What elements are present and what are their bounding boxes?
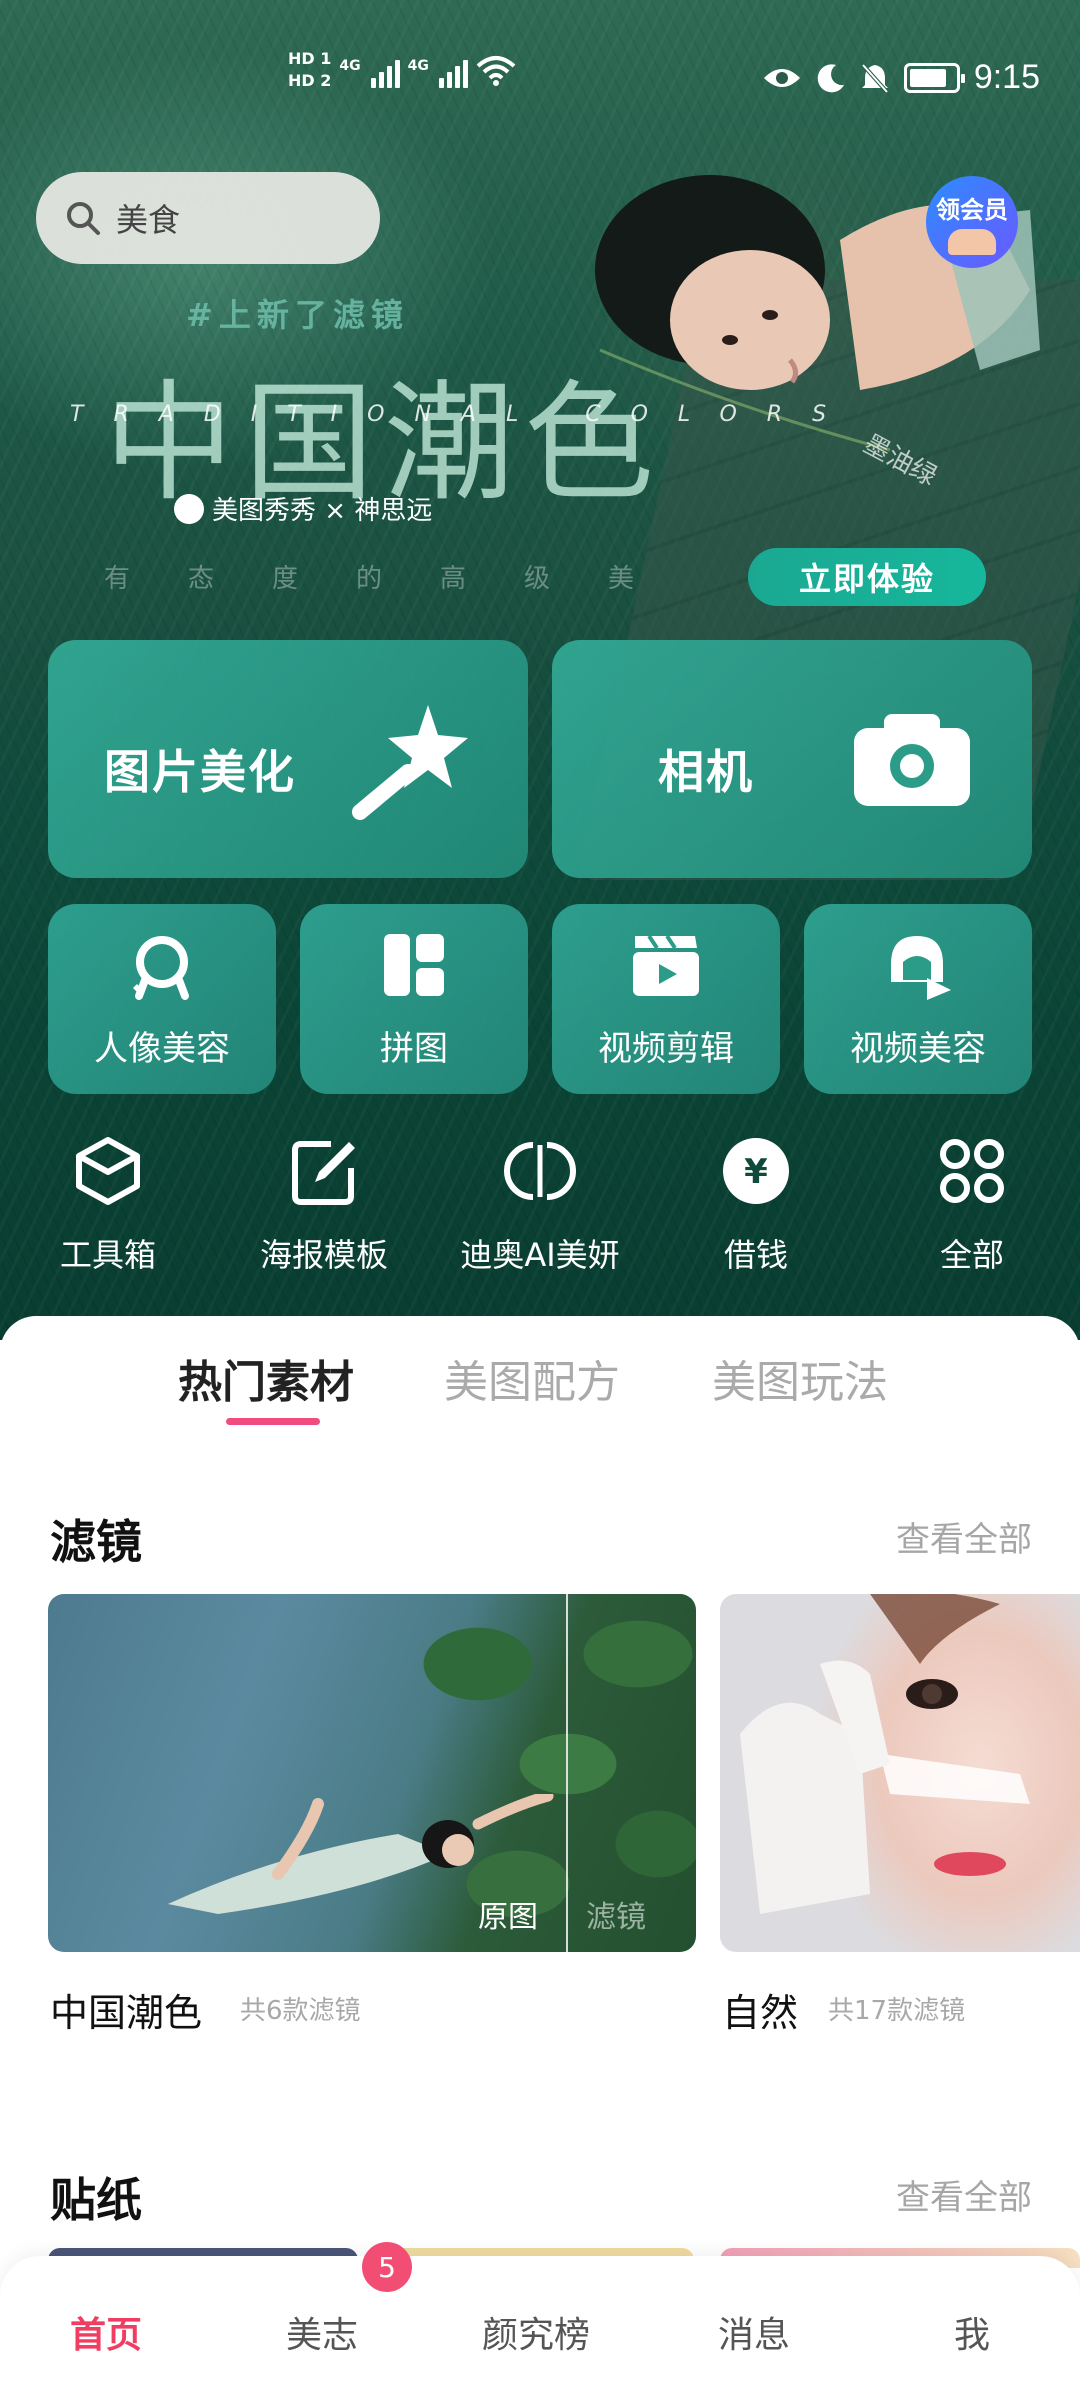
try-now-button[interactable]: 立即体验 (748, 548, 986, 606)
hd1-indicator: HD 1 (288, 49, 332, 68)
before-after-divider[interactable] (566, 1594, 568, 1952)
wifi-icon (476, 56, 516, 86)
edit-poster-icon (292, 1141, 355, 1205)
after-label: 滤镜 (586, 1900, 646, 1935)
video-beauty-label: 视频美容 (850, 1029, 986, 1069)
filter-card-2-count: 共17款滤镜 (828, 1996, 966, 2026)
eye-icon (763, 68, 800, 87)
hd2-indicator: HD 2 (288, 71, 332, 90)
search-bar[interactable]: 美食 (36, 172, 380, 264)
loan-button[interactable]: ¥ 借钱 (656, 1134, 856, 1276)
bottom-navigation: 首页 美志 5 颜究榜 消息 我 (0, 2242, 1080, 2400)
battery-icon (903, 62, 965, 93)
status-bar: HD 1 HD 2 4G 4G 9:15 (0, 50, 1080, 110)
magic-wand-icon (352, 705, 468, 820)
signal-bars-1-icon (370, 52, 400, 88)
tab-hot-materials[interactable]: 热门素材 (178, 1346, 354, 1410)
dior-ai-button[interactable]: 迪奥AI美妍 (440, 1134, 640, 1276)
photo-edit-label: 图片美化 (104, 745, 296, 799)
nav-home[interactable]: 首页 (70, 2306, 142, 2358)
cube-icon (76, 1137, 140, 1205)
collage-icon (384, 934, 444, 996)
camera-label: 相机 (658, 745, 754, 799)
filters-section-title: 滤镜 (50, 1515, 142, 1569)
search-placeholder: 美食 (116, 201, 181, 239)
poster-template-label: 海报模板 (259, 1236, 388, 1274)
portrait-icon (133, 936, 189, 1000)
banner-slogan: 有态度的高级美 (104, 564, 693, 594)
portrait-beauty-label: 人像美容 (94, 1029, 230, 1069)
nav-meizhi[interactable]: 美志 (286, 2306, 358, 2358)
signal-indicators: HD 1 HD 2 4G 4G (288, 50, 516, 90)
poster-template-button[interactable]: 海报模板 (224, 1134, 424, 1276)
stickers-view-all-link[interactable]: 查看全部 (896, 2170, 1032, 2219)
dior-ai-label: 迪奥AI美妍 (460, 1236, 620, 1274)
banner-tag: #上新了滤镜 (186, 296, 409, 334)
filter-card-natural[interactable] (720, 1594, 1080, 1952)
network-type-1: 4G (339, 58, 361, 74)
notification-badge: 5 (362, 2242, 412, 2292)
meitu-logo-icon (174, 493, 204, 524)
natural-filter-preview (740, 1594, 1030, 1914)
bell-muted-icon (861, 63, 889, 93)
banner-brand: 美图秀秀 × 神思远 (174, 490, 432, 527)
all-features-button[interactable]: 全部 (872, 1134, 1072, 1276)
filter-card-1-count: 共6款滤镜 (240, 1996, 361, 2026)
vip-label: 领会员 (936, 195, 1008, 224)
moon-icon (817, 63, 844, 92)
video-beauty-tile[interactable]: 视频美容 (804, 904, 1032, 1094)
filters-view-all-link[interactable]: 查看全部 (896, 1512, 1032, 1561)
clapperboard-icon (633, 934, 699, 996)
nav-ranking[interactable]: 颜究榜 (482, 2306, 590, 2358)
camera-icon (854, 714, 970, 806)
before-label: 原图 (478, 1900, 538, 1935)
filter-card-2-name: 自然 (722, 1991, 799, 2035)
toolbox-button[interactable]: 工具箱 (8, 1134, 208, 1276)
vip-membership-button[interactable]: 领会员 (926, 176, 1018, 268)
grid-icon (940, 1139, 1004, 1203)
camera-tile[interactable]: 相机 (552, 640, 1032, 878)
network-type-2: 4G (407, 58, 429, 74)
video-edit-label: 视频剪辑 (598, 1029, 734, 1069)
signal-bars-2-icon (438, 52, 468, 88)
portrait-beauty-tile[interactable]: 人像美容 (48, 904, 276, 1094)
nav-me[interactable]: 我 (954, 2306, 990, 2358)
active-tab-indicator (226, 1418, 320, 1425)
filter-card-1-name: 中国潮色 (50, 1991, 203, 2035)
collage-label: 拼图 (380, 1029, 448, 1069)
search-icon (67, 202, 100, 235)
toolbox-label: 工具箱 (59, 1236, 156, 1274)
video-face-icon (891, 936, 951, 1000)
content-tabs: 热门素材 美图配方 美图玩法 (0, 1346, 1080, 1426)
tab-gameplay[interactable]: 美图玩法 (712, 1346, 888, 1410)
clock: 9:15 (973, 58, 1040, 96)
tab-recipes[interactable]: 美图配方 (444, 1346, 620, 1410)
filter-card-china-trend[interactable]: 原图 滤镜 (48, 1594, 696, 1952)
all-features-label: 全部 (939, 1236, 1004, 1274)
collage-tile[interactable]: 拼图 (300, 904, 528, 1094)
stickers-section-title: 贴纸 (50, 2173, 142, 2227)
dior-logo-icon (504, 1142, 576, 1200)
yuan-icon: ¥ (723, 1138, 789, 1204)
banner-subtitle: TRADITIONAL COLORS (70, 402, 857, 427)
yuan-glyph: ¥ (744, 1152, 768, 1192)
banner-brand-text: 美图秀秀 × 神思远 (212, 496, 433, 526)
video-edit-tile[interactable]: 视频剪辑 (552, 904, 780, 1094)
photo-edit-tile[interactable]: 图片美化 (48, 640, 528, 878)
nav-messages[interactable]: 消息 (718, 2306, 790, 2358)
loan-label: 借钱 (723, 1236, 788, 1274)
hand-icon (948, 228, 996, 255)
